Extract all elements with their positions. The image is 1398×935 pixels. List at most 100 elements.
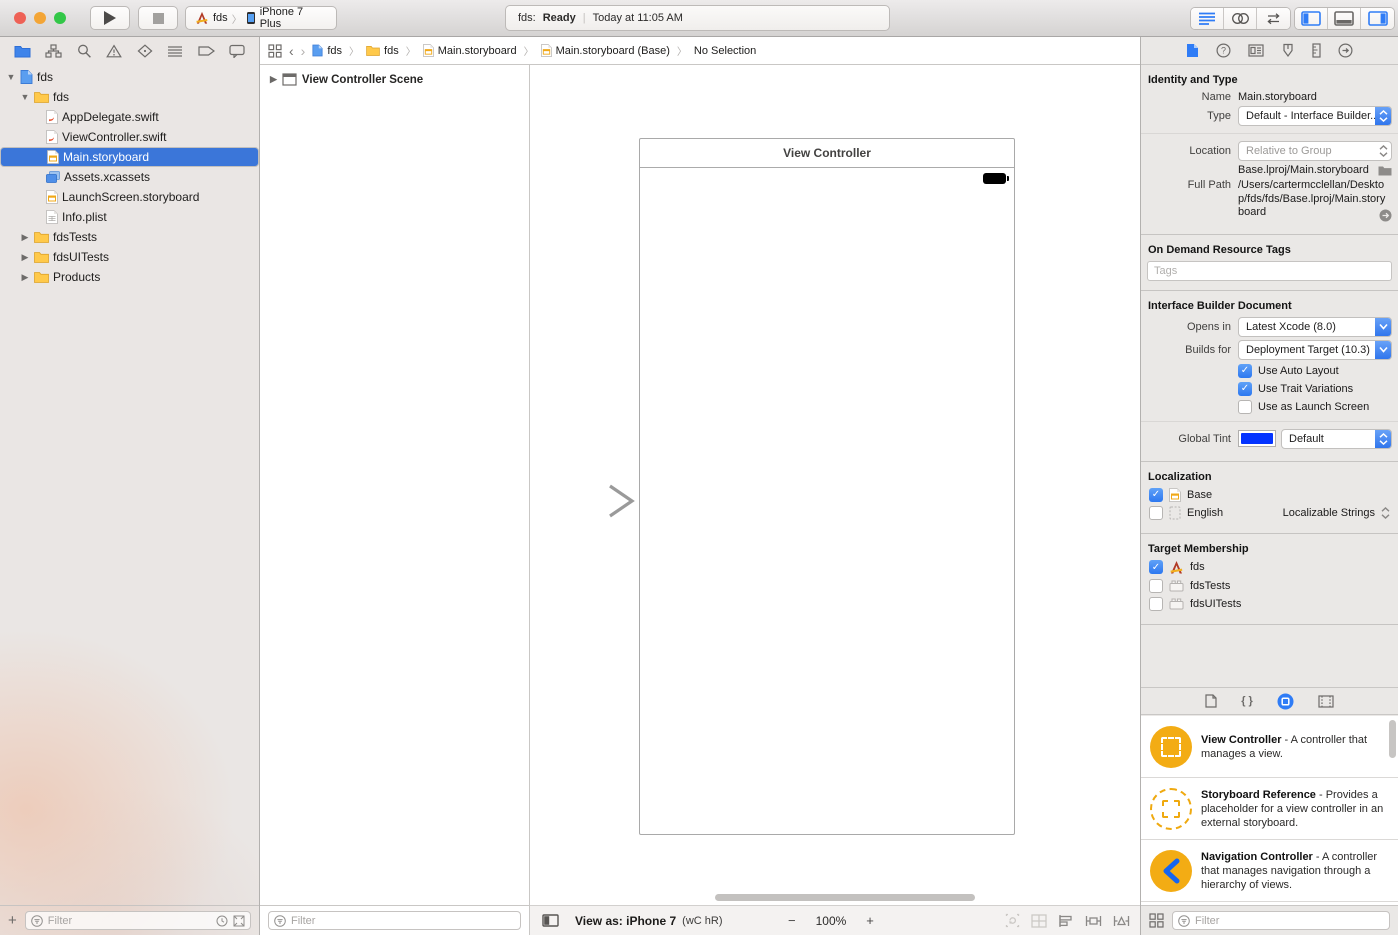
library-item-navigation-controller[interactable]: Navigation Controller - A controller tha… bbox=[1141, 840, 1398, 902]
type-select[interactable]: Default - Interface Builder... bbox=[1238, 106, 1392, 126]
stepper-icon[interactable] bbox=[1375, 106, 1392, 126]
open-path-arrow-icon[interactable] bbox=[1379, 209, 1392, 222]
chevron-down-icon[interactable] bbox=[1375, 317, 1392, 337]
tree-item-infoplist[interactable]: Info.plist bbox=[0, 207, 259, 227]
breadcrumb-base[interactable]: Main.storyboard (Base) bbox=[541, 44, 670, 57]
find-navigator-tab[interactable] bbox=[77, 44, 92, 58]
show-in-finder-folder-icon[interactable] bbox=[1378, 165, 1392, 176]
file-template-library-tab[interactable] bbox=[1205, 694, 1217, 708]
tree-item-project-fds[interactable]: ▼ fds bbox=[0, 67, 259, 87]
storyboard-entry-point-arrow[interactable] bbox=[538, 483, 642, 522]
opens-in-select[interactable]: Latest Xcode (8.0) bbox=[1238, 317, 1392, 337]
disclosure-triangle[interactable]: ▶ bbox=[20, 232, 30, 243]
tags-input[interactable] bbox=[1147, 261, 1392, 281]
navigator-filter-field[interactable] bbox=[25, 911, 251, 930]
use-as-launch-screen-row[interactable]: Use as Launch Screen bbox=[1238, 400, 1392, 414]
checkbox-unchecked[interactable] bbox=[1149, 579, 1163, 593]
library-item-storyboard-reference[interactable]: Storyboard Reference - Provides a placeh… bbox=[1141, 778, 1398, 840]
align-icon[interactable] bbox=[1058, 914, 1074, 928]
stepper-icon[interactable] bbox=[1381, 507, 1390, 519]
checkbox-checked[interactable]: ✓ bbox=[1238, 364, 1252, 378]
tree-item-viewcontroller[interactable]: ViewController.swift bbox=[0, 127, 259, 147]
target-fdstests-row[interactable]: fdsTests bbox=[1149, 579, 1390, 593]
chevron-down-icon[interactable] bbox=[1375, 340, 1392, 360]
issue-navigator-tab[interactable] bbox=[106, 44, 122, 58]
media-library-tab[interactable] bbox=[1318, 695, 1334, 708]
close-window-button[interactable] bbox=[14, 12, 26, 24]
filter-input[interactable] bbox=[291, 915, 515, 927]
toggle-outline-sidebar-icon[interactable] bbox=[542, 914, 559, 927]
localizable-strings-value[interactable]: Localizable Strings bbox=[1283, 507, 1375, 519]
standard-editor-button[interactable] bbox=[1191, 8, 1224, 29]
checkbox-checked[interactable]: ✓ bbox=[1149, 560, 1163, 574]
stepper-icon[interactable] bbox=[1375, 141, 1392, 161]
tree-item-group-fds[interactable]: ▼ fds bbox=[0, 87, 259, 107]
checkbox-checked[interactable]: ✓ bbox=[1149, 488, 1163, 502]
checkbox-checked[interactable]: ✓ bbox=[1238, 382, 1252, 396]
scheme-selector[interactable]: fds 〉 iPhone 7 Plus bbox=[185, 6, 337, 30]
checkbox-unchecked[interactable] bbox=[1238, 400, 1252, 414]
view-controller-scene-card[interactable]: View Controller bbox=[639, 138, 1015, 835]
disclosure-triangle[interactable]: ▼ bbox=[6, 72, 16, 82]
add-button[interactable]: + bbox=[8, 913, 17, 928]
test-navigator-tab[interactable] bbox=[137, 44, 153, 58]
zoom-window-button[interactable] bbox=[54, 12, 66, 24]
use-trait-variations-row[interactable]: ✓ Use Trait Variations bbox=[1238, 382, 1392, 396]
localization-english-row[interactable]: English Localizable Strings bbox=[1149, 506, 1390, 520]
go-back-button[interactable]: ‹ bbox=[289, 43, 294, 59]
filter-input[interactable] bbox=[1195, 915, 1384, 927]
global-tint-select[interactable]: Default bbox=[1281, 429, 1392, 449]
quick-help-inspector-tab[interactable]: ? bbox=[1216, 43, 1231, 58]
toggle-navigator-button[interactable] bbox=[1295, 8, 1328, 29]
object-library-tab[interactable] bbox=[1277, 693, 1294, 710]
library-filter-field[interactable] bbox=[1172, 911, 1390, 930]
global-tint-color-well[interactable] bbox=[1238, 430, 1276, 447]
update-frames-icon[interactable] bbox=[1005, 913, 1020, 928]
tree-item-products[interactable]: ▶ Products bbox=[0, 267, 259, 287]
assistant-editor-button[interactable] bbox=[1224, 8, 1257, 29]
tree-item-fdsuitests[interactable]: ▶ fdsUITests bbox=[0, 247, 259, 267]
view-controller-header[interactable]: View Controller bbox=[640, 139, 1014, 168]
target-fds-row[interactable]: ✓ fds bbox=[1149, 560, 1390, 575]
target-fdsuitests-row[interactable]: fdsUITests bbox=[1149, 597, 1390, 611]
project-navigator-tab[interactable] bbox=[14, 44, 31, 58]
breadcrumb-no-selection[interactable]: No Selection bbox=[694, 45, 756, 57]
location-select[interactable]: Relative to Group bbox=[1238, 141, 1392, 161]
code-snippet-library-tab[interactable]: { } bbox=[1241, 695, 1253, 707]
grid-view-icon[interactable] bbox=[1149, 913, 1164, 928]
source-control-status-icon[interactable] bbox=[233, 915, 245, 927]
zoom-in-button[interactable]: + bbox=[866, 913, 874, 928]
tree-item-fdstests[interactable]: ▶ fdsTests bbox=[0, 227, 259, 247]
checkbox-unchecked[interactable] bbox=[1149, 597, 1163, 611]
tree-item-launchscreen[interactable]: LaunchScreen.storyboard bbox=[0, 187, 259, 207]
name-value[interactable]: Main.storyboard bbox=[1238, 91, 1317, 103]
stepper-icon[interactable] bbox=[1375, 429, 1392, 449]
view-controller-scene-row[interactable]: ▶ View Controller Scene bbox=[260, 65, 529, 86]
checkbox-unchecked[interactable] bbox=[1149, 506, 1163, 520]
library-scrollbar[interactable] bbox=[1389, 720, 1396, 758]
breadcrumb-project[interactable]: fds bbox=[312, 44, 342, 57]
breadcrumb-file[interactable]: Main.storyboard bbox=[423, 44, 517, 57]
attributes-inspector-tab[interactable] bbox=[1281, 43, 1295, 58]
version-editor-button[interactable] bbox=[1257, 8, 1290, 29]
zoom-level[interactable]: 100% bbox=[816, 914, 847, 928]
embed-in-stack-icon[interactable] bbox=[1031, 914, 1047, 928]
resolve-autolayout-icon[interactable] bbox=[1113, 914, 1130, 928]
tree-item-main-storyboard[interactable]: Main.storyboard bbox=[0, 147, 259, 167]
report-navigator-tab[interactable] bbox=[167, 45, 183, 58]
toggle-debug-area-button[interactable] bbox=[1328, 8, 1361, 29]
use-auto-layout-row[interactable]: ✓ Use Auto Layout bbox=[1238, 364, 1392, 378]
tree-item-assets[interactable]: Assets.xcassets bbox=[0, 167, 259, 187]
size-inspector-tab[interactable] bbox=[1312, 43, 1321, 58]
zoom-out-button[interactable]: − bbox=[788, 913, 796, 928]
disclosure-triangle[interactable]: ▼ bbox=[20, 92, 30, 102]
identity-inspector-tab[interactable] bbox=[1248, 44, 1264, 57]
recent-files-clock-icon[interactable] bbox=[216, 915, 228, 927]
stop-button[interactable] bbox=[138, 6, 178, 30]
connections-inspector-tab[interactable] bbox=[1338, 43, 1353, 58]
library-item-view-controller[interactable]: View Controller - A controller that mana… bbox=[1141, 716, 1398, 778]
disclosure-triangle[interactable]: ▶ bbox=[20, 272, 30, 283]
minimize-window-button[interactable] bbox=[34, 12, 46, 24]
go-forward-button[interactable]: › bbox=[301, 43, 306, 59]
builds-for-select[interactable]: Deployment Target (10.3) bbox=[1238, 340, 1392, 360]
